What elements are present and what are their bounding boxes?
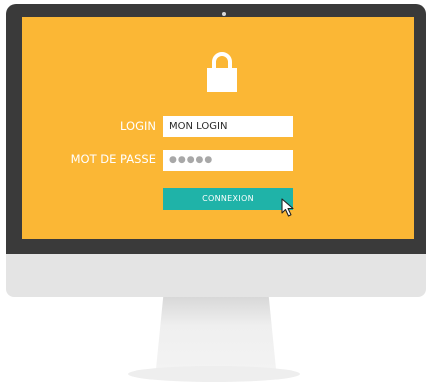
camera-dot [222,12,226,16]
password-input[interactable]: ●●●●● [163,150,293,171]
password-label: MOT DE PASSE [70,152,156,166]
login-label: LOGIN [120,119,156,133]
monitor-chin [6,254,426,297]
monitor-stand-neck [156,297,276,369]
mouse-pointer-icon [281,198,294,217]
lock-icon [207,52,237,92]
connexion-button[interactable]: CONNEXION [163,188,293,210]
monitor-stand-base [128,366,300,382]
login-input[interactable]: MON LOGIN [163,116,293,137]
